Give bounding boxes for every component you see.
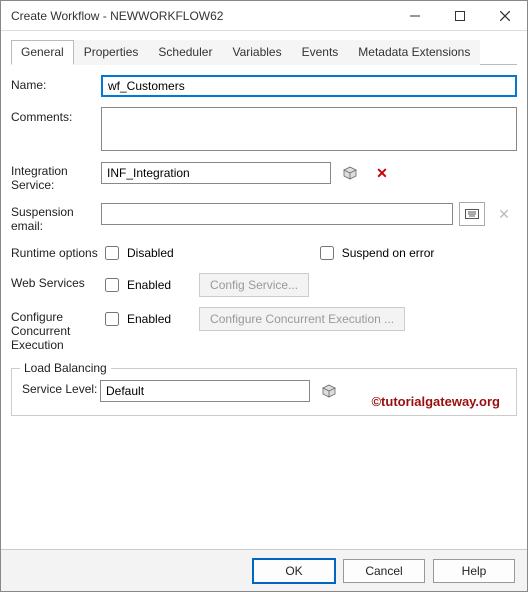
disabled-checkbox[interactable]: Disabled (101, 243, 174, 263)
label-web-services: Web Services (11, 273, 101, 290)
load-balancing-legend: Load Balancing (20, 361, 111, 375)
close-button[interactable] (482, 1, 527, 30)
keyboard-icon (465, 209, 479, 219)
tab-scheduler[interactable]: Scheduler (148, 40, 222, 65)
window-title: Create Workflow - NEWWORKFLOW62 (11, 9, 392, 23)
tab-variables[interactable]: Variables (222, 40, 291, 65)
label-concurrent-execution: Configure Concurrent Execution (11, 307, 101, 352)
tab-strip: General Properties Scheduler Variables E… (11, 39, 517, 65)
email-keyboard-button[interactable] (459, 202, 485, 226)
concurrent-enabled-checkbox[interactable]: Enabled (101, 309, 171, 329)
tab-events[interactable]: Events (292, 40, 349, 65)
cancel-button[interactable]: Cancel (343, 559, 425, 583)
tab-general[interactable]: General (11, 40, 74, 65)
tab-properties[interactable]: Properties (74, 40, 149, 65)
comments-textarea[interactable] (101, 107, 517, 151)
label-integration-service: Integration Service: (11, 161, 101, 192)
label-comments: Comments: (11, 107, 101, 124)
clear-service-button[interactable]: ✕ (369, 161, 395, 185)
x-disabled-icon: ✕ (498, 206, 510, 223)
watermark-text: ©tutorialgateway.org (371, 394, 500, 409)
label-suspension-email: Suspension email: (11, 202, 101, 233)
minimize-button[interactable] (392, 1, 437, 30)
suspend-on-error-checkbox[interactable]: Suspend on error (316, 243, 435, 263)
cube-icon (321, 383, 337, 399)
dialog-body: General Properties Scheduler Variables E… (1, 31, 527, 549)
integration-service-input[interactable] (101, 162, 331, 184)
label-service-level: Service Level: (22, 379, 100, 396)
label-runtime-options: Runtime options (11, 243, 101, 260)
help-button[interactable]: Help (433, 559, 515, 583)
titlebar: Create Workflow - NEWWORKFLOW62 (1, 1, 527, 31)
dialog-footer: OK Cancel Help (1, 549, 527, 591)
suspension-email-input[interactable] (101, 203, 453, 225)
tab-metadata-extensions[interactable]: Metadata Extensions (348, 40, 480, 65)
configure-concurrent-button[interactable]: Configure Concurrent Execution ... (199, 307, 405, 331)
name-input[interactable] (101, 75, 517, 97)
label-name: Name: (11, 75, 101, 92)
config-service-button[interactable]: Config Service... (199, 273, 309, 297)
web-enabled-checkbox[interactable]: Enabled (101, 275, 171, 295)
service-level-input[interactable] (100, 380, 310, 402)
cube-icon (342, 165, 358, 181)
x-icon: ✕ (376, 165, 388, 182)
browse-service-level-button[interactable] (316, 379, 342, 403)
browse-service-button[interactable] (337, 161, 363, 185)
maximize-button[interactable] (437, 1, 482, 30)
email-clear-button[interactable]: ✕ (491, 202, 517, 226)
ok-button[interactable]: OK (253, 559, 335, 583)
